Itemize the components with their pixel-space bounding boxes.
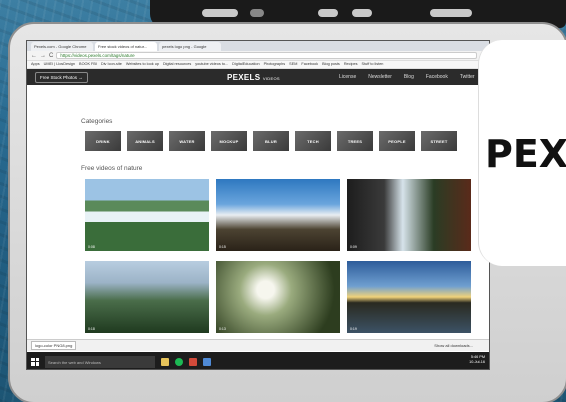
phone-button xyxy=(430,9,472,17)
nav-twitter[interactable]: Twitter xyxy=(460,74,475,80)
bookmark-item[interactable]: DigitalEducation xyxy=(232,62,259,67)
video-duration: 0:13 xyxy=(219,327,226,331)
phone-button xyxy=(318,9,338,17)
categories-title: Categories xyxy=(81,118,113,125)
video-thumbnail[interactable]: 0:18 xyxy=(85,261,209,333)
show-all-downloads-link[interactable]: Show all downloads... xyxy=(434,343,473,348)
videos-title: Free videos of nature xyxy=(81,165,143,172)
category-drink[interactable]: DRINK xyxy=(85,131,121,151)
pexels-logo[interactable]: PEXELS VIDEOS xyxy=(227,73,280,82)
video-thumbnail[interactable]: 0:09 xyxy=(347,179,471,251)
video-duration: 0:18 xyxy=(88,327,95,331)
category-water[interactable]: WATER xyxy=(169,131,205,151)
bookmark-item[interactable]: Photographs xyxy=(264,62,286,67)
category-tech[interactable]: TECH xyxy=(295,131,331,151)
video-duration: 0:09 xyxy=(350,245,357,249)
bookmark-item[interactable]: Div Icon-site xyxy=(101,62,122,67)
bookmark-item[interactable]: Stuff to listen xyxy=(362,62,384,67)
taskbar: Search the web and Windows 5:46 PM 10-Jul… xyxy=(27,352,489,369)
pexels-logo-text: PEX xyxy=(485,132,566,176)
bookmark-item[interactable]: Facebook xyxy=(301,62,318,67)
chrome-icon[interactable] xyxy=(203,357,211,366)
video-thumbnail[interactable]: 0:13 xyxy=(216,261,340,333)
back-icon[interactable]: ← xyxy=(31,53,37,59)
phone-camera-icon xyxy=(250,9,264,17)
forward-icon[interactable]: → xyxy=(40,53,46,59)
category-blur[interactable]: BLUR xyxy=(253,131,289,151)
bookmarks-bar: Apps UMEI | LlosDesign BOOK FBI Div Icon… xyxy=(27,61,489,69)
video-duration: 0:19 xyxy=(350,327,357,331)
nav-license[interactable]: License xyxy=(339,74,356,80)
category-animals[interactable]: ANIMALS xyxy=(127,131,163,151)
taskbar-search-input[interactable]: Search the web and Windows xyxy=(45,355,155,368)
video-duration: 0:15 xyxy=(219,245,226,249)
video-thumbnail[interactable]: 0:15 xyxy=(216,179,340,251)
bookmark-item[interactable]: BOOK FBI xyxy=(79,62,97,67)
bookmark-item[interactable]: Digital resources xyxy=(163,62,191,67)
windows-start-icon[interactable] xyxy=(31,357,39,366)
nav-newsletter[interactable]: Newsletter xyxy=(368,74,392,80)
app-icon[interactable] xyxy=(189,357,197,366)
category-street[interactable]: STREET xyxy=(421,131,457,151)
nav-blog[interactable]: Blog xyxy=(404,74,414,80)
bookmark-item[interactable]: youtube videos to... xyxy=(195,62,228,67)
pexels-logo-card: PEX xyxy=(478,40,566,266)
category-people[interactable]: PEOPLE xyxy=(379,131,415,151)
browser-tab[interactable]: Pexels.com - Google Chrome xyxy=(31,42,93,51)
bookmark-item[interactable]: SEM xyxy=(289,62,297,67)
url-input[interactable]: https://videos.pexels.com/tags/nature xyxy=(56,52,477,59)
phone-button xyxy=(352,9,372,17)
category-trees[interactable]: TREES xyxy=(337,131,373,151)
bookmark-item[interactable]: Blog posts xyxy=(322,62,340,67)
browse-photos-button[interactable]: Free Stock Photos → xyxy=(35,71,88,83)
pexels-nav: License Newsletter Blog Facebook Twitter xyxy=(339,74,475,80)
category-mockup[interactable]: MOCKUP xyxy=(211,131,247,151)
browser-screen: Pexels.com - Google Chrome Free stock vi… xyxy=(26,40,490,370)
download-item[interactable]: logo-color PNG8.png xyxy=(31,341,77,350)
bookmark-item[interactable]: Apps xyxy=(31,62,40,67)
category-list: DRINK ANIMALS WATER MOCKUP BLUR TECH TRE… xyxy=(85,131,457,151)
address-bar: ← → C https://videos.pexels.com/tags/nat… xyxy=(27,51,489,61)
phone-speaker xyxy=(202,9,238,17)
reload-icon[interactable]: C xyxy=(49,53,53,59)
spotify-icon[interactable] xyxy=(175,357,183,366)
video-thumbnail[interactable]: 0:08 xyxy=(85,179,209,251)
pexels-header: Free Stock Photos → PEXELS VIDEOS Licens… xyxy=(27,69,489,85)
file-explorer-icon[interactable] xyxy=(161,357,169,366)
system-clock[interactable]: 5:46 PM 10-Jul-16 xyxy=(469,355,485,365)
tab-bar: Pexels.com - Google Chrome Free stock vi… xyxy=(27,41,489,51)
browser-tab-active[interactable]: Free stock videos of natur... xyxy=(95,42,157,51)
browser-tab[interactable]: pexels logo png - Google xyxy=(159,42,221,51)
video-thumbnail[interactable]: 0:19 xyxy=(347,261,471,333)
downloads-bar: logo-color PNG8.png Show all downloads..… xyxy=(27,339,489,351)
bookmark-item[interactable]: UMEI | LlosDesign xyxy=(44,62,75,67)
nav-facebook[interactable]: Facebook xyxy=(426,74,448,80)
bookmark-item[interactable]: Recipes xyxy=(344,62,358,67)
video-duration: 0:08 xyxy=(88,245,95,249)
bookmark-item[interactable]: Websites to look up xyxy=(126,62,159,67)
